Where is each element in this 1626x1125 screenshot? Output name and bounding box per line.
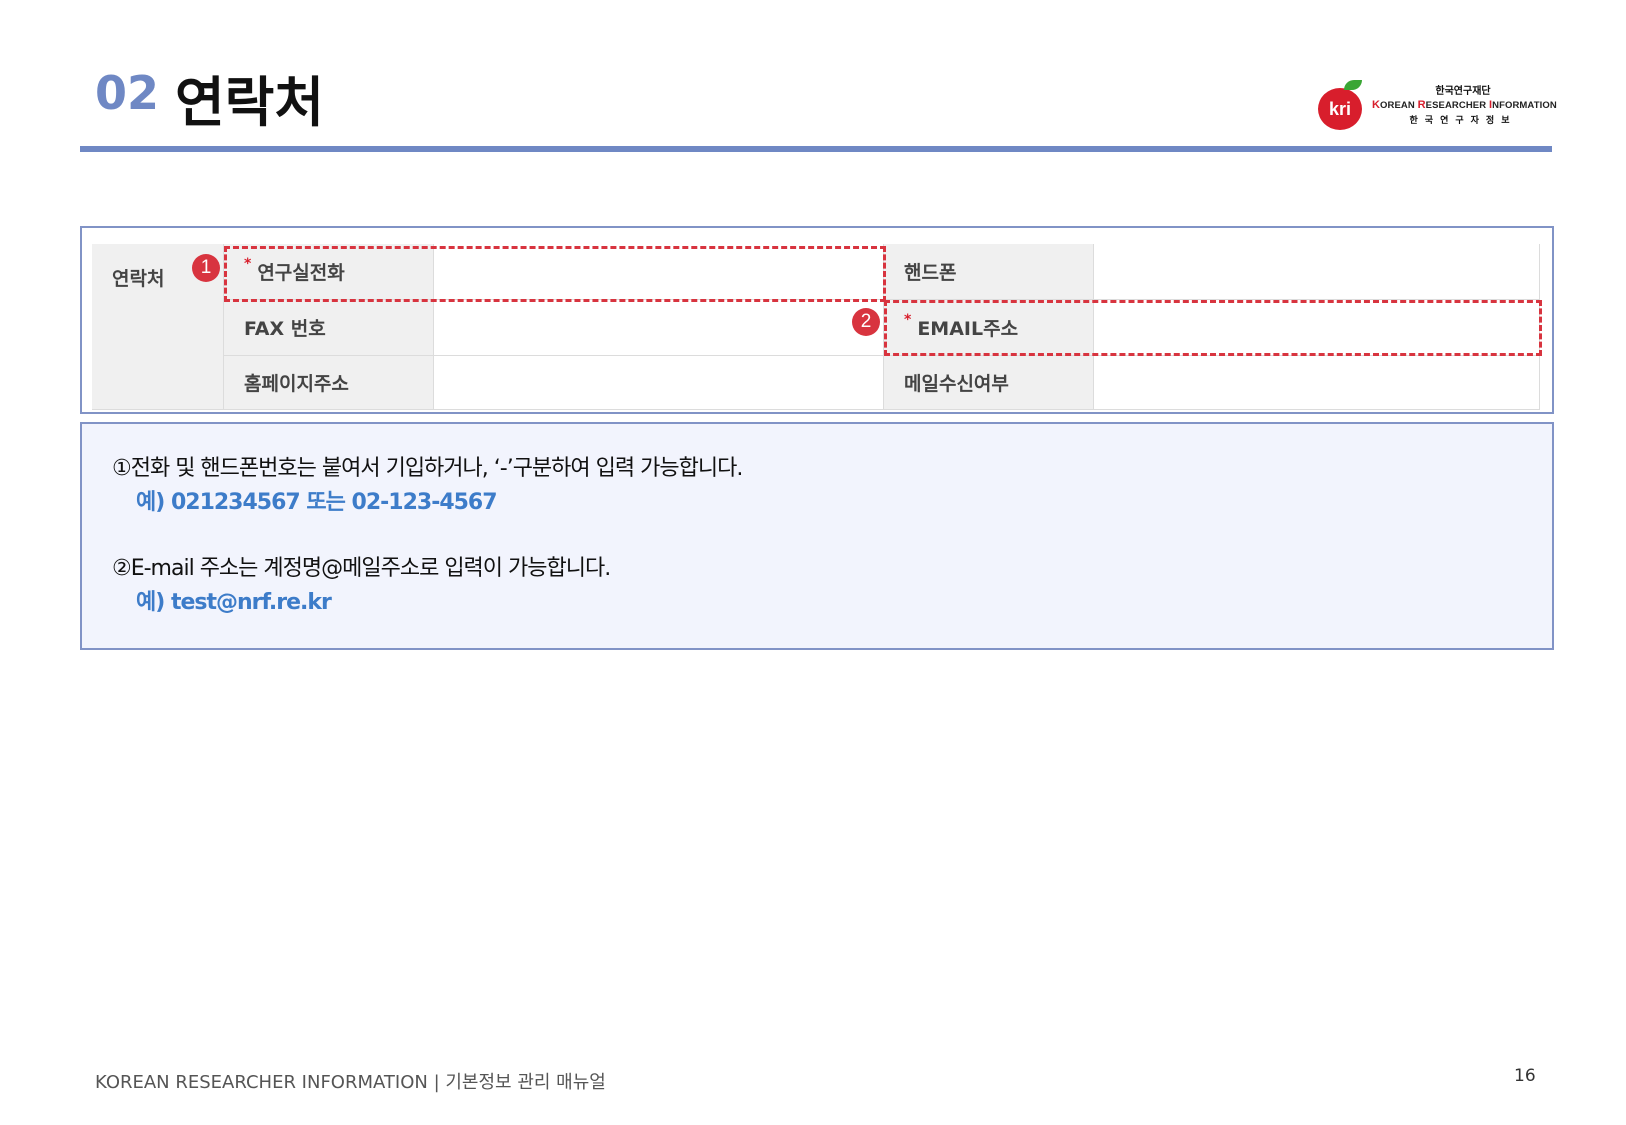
notes-panel: ①전화 및 핸드폰번호는 붙여서 기입하거나, ‘-’구분하여 입력 가능합니다… (80, 422, 1554, 650)
label-email: * EMAIL주소 (884, 300, 1094, 356)
page-title: 연락처 (175, 71, 325, 134)
note-1-text: ①전화 및 핸드폰번호는 붙여서 기입하거나, ‘-’구분하여 입력 가능합니다… (112, 456, 743, 481)
note-2-text: ②E-mail 주소는 계정명@메일주소로 입력이 가능합니다. (112, 556, 611, 581)
apple-logo-icon: kri (1318, 88, 1362, 130)
label-mobile: 핸드폰 (884, 244, 1094, 300)
marker-badge-2: 2 (852, 308, 880, 336)
logo-spaced-text: 한국연구자정보 (1409, 116, 1517, 126)
logo-korean-text: 한국연구재단 (1435, 86, 1491, 97)
logo-english-text: KOREAN RESEARCHER INFORMATION (1372, 99, 1557, 111)
marker-badge-1: 1 (192, 254, 220, 282)
contact-form-screenshot: 연락처 * 연구실전화 핸드폰 FAX 번호 * EMAIL주소 홈페이지주소 메일… (80, 226, 1554, 414)
fax-input[interactable] (434, 300, 884, 356)
note-1-example: 예) 021234567 또는 02-123-4567 (136, 490, 498, 515)
label-lab-phone: * 연구실전화 (224, 244, 434, 300)
email-input[interactable] (1094, 300, 1540, 356)
label-mail-consent: 메일수신여부 (884, 356, 1094, 410)
label-fax: FAX 번호 (224, 300, 434, 356)
page-number: 16 (1514, 1066, 1536, 1086)
note-2-example: 예) test@nrf.re.kr (136, 590, 332, 615)
required-mark: * (244, 255, 252, 272)
required-mark: * (904, 311, 912, 328)
label-homepage: 홈페이지주소 (224, 356, 434, 410)
kri-logo: kri 한국연구재단 KOREAN RESEARCHER INFORMATION… (1318, 80, 1557, 130)
mobile-input[interactable] (1094, 244, 1540, 300)
mail-consent-field[interactable] (1094, 356, 1540, 410)
lab-phone-input[interactable] (434, 244, 884, 300)
footer-text: KOREAN RESEARCHER INFORMATION | 기본정보 관리 … (95, 1072, 606, 1093)
leaf-icon (1344, 80, 1362, 90)
contact-form-table: 연락처 * 연구실전화 핸드폰 FAX 번호 * EMAIL주소 홈페이지주소 메일… (92, 244, 1542, 410)
section-number: 02 (95, 66, 160, 120)
homepage-input[interactable] (434, 356, 884, 410)
header-divider (80, 146, 1552, 152)
